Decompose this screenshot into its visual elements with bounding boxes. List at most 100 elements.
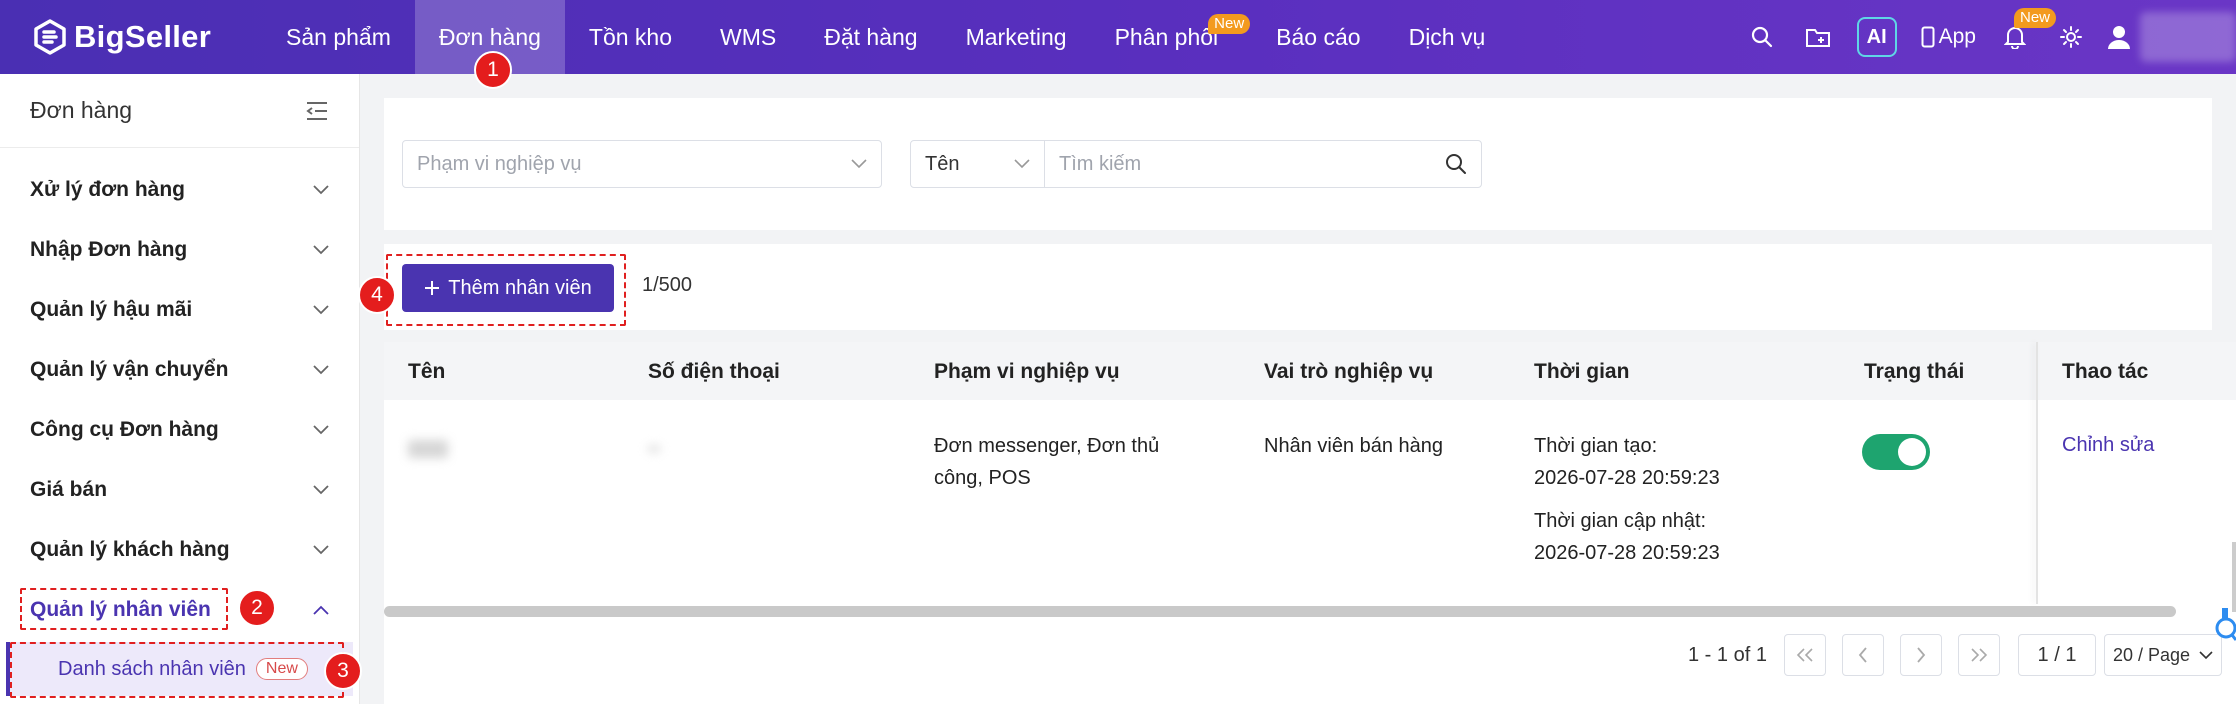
add-staff-label: Thêm nhân viên [448, 276, 592, 299]
column-header-name: Tên [408, 360, 446, 383]
double-chevron-left-icon [1796, 648, 1813, 662]
sidebar-item-order-tools[interactable]: Công cụ Đơn hàng [0, 400, 359, 460]
sidebar: Đơn hàng Xử lý đơn hàng Nhập Đơn hàng Qu… [0, 74, 360, 704]
page-size-value: 20 / Page [2113, 644, 2191, 665]
sidebar-item-label: Quản lý nhân viên [30, 598, 211, 621]
nav-item-wms[interactable]: WMS [696, 0, 800, 74]
search-field-select[interactable]: Tên [911, 141, 1045, 187]
app-label: App [1938, 25, 1976, 48]
add-staff-button[interactable]: Thêm nhân viên [402, 264, 614, 312]
nav-item-distribution[interactable]: Phân phối New [1091, 0, 1251, 74]
chevron-down-icon [313, 245, 329, 255]
notification-bell-icon[interactable]: New [1998, 8, 2057, 54]
created-label: Thời gian tạo: [1534, 435, 1658, 457]
chevron-down-icon [313, 425, 329, 435]
time-cell: Thời gian tạo: 2026-07-28 20:59:23 Thời … [1534, 430, 1720, 569]
chevron-down-icon [313, 365, 329, 375]
user-name-redacted[interactable] [2140, 12, 2236, 62]
settings-gear-icon[interactable] [2054, 20, 2088, 54]
app-download-button[interactable]: App [1921, 25, 1976, 49]
select-placeholder: Phạm vi nghiệp vụ [417, 152, 582, 175]
sidebar-item-staff-management[interactable]: Quản lý nhân viên [0, 580, 359, 640]
updated-label: Thời gian cập nhật: [1534, 510, 1707, 532]
chevron-down-icon [851, 159, 867, 169]
nav-label: WMS [720, 23, 777, 50]
column-header-status: Trạng thái [1864, 360, 1965, 383]
floating-search-icon[interactable] [2206, 608, 2236, 648]
new-badge: New [2014, 8, 2057, 28]
last-page-button[interactable] [1958, 634, 2000, 676]
next-page-button[interactable] [1900, 634, 1942, 676]
nav-label: Dịch vụ [1408, 23, 1486, 50]
sidebar-header: Đơn hàng [0, 74, 359, 148]
sidebar-item-label: Quản lý vận chuyển [30, 358, 229, 381]
brand-name: BigSeller [74, 19, 212, 54]
sidebar-item-order-processing[interactable]: Xử lý đơn hàng [0, 160, 359, 220]
role-cell: Nhân viên bán hàng [1264, 435, 1444, 457]
double-chevron-right-icon [1971, 648, 1988, 662]
brand-logo[interactable]: BigSeller [32, 16, 211, 58]
main-nav: Sản phẩm Đơn hàng Tồn kho WMS Đặt hàng M… [262, 0, 1509, 74]
plus-icon [425, 281, 440, 295]
user-avatar-icon[interactable] [2102, 20, 2136, 54]
nav-item-marketing[interactable]: Marketing [942, 0, 1091, 74]
new-badge: New [255, 658, 308, 680]
sidebar-item-label: Quản lý khách hàng [30, 538, 230, 561]
step-marker-4: 4 [358, 276, 396, 314]
page-indicator[interactable]: 1 / 1 [2018, 634, 2096, 676]
new-badge: New [1208, 14, 1251, 34]
pagination-total: 1 - 1 of 1 [1688, 644, 1767, 666]
folder-add-icon[interactable] [1801, 20, 1835, 54]
scope-cell: Đơn messenger, Đơn thủ công, POS [934, 430, 1159, 494]
sidebar-item-after-sales[interactable]: Quản lý hậu mãi [0, 280, 359, 340]
collapse-menu-icon[interactable] [305, 100, 329, 122]
toolbar-right: AI App New [1745, 0, 2236, 74]
ai-assistant-button[interactable]: AI [1856, 17, 1897, 57]
step-marker-1: 1 [474, 51, 512, 89]
scope-line: Đơn messenger, Đơn thủ [934, 435, 1160, 457]
sidebar-item-shipping[interactable]: Quản lý vận chuyển [0, 340, 359, 400]
chevron-left-icon [1858, 647, 1867, 663]
step-marker-2: 2 [238, 589, 276, 627]
search-input[interactable]: Tìm kiếm [1045, 141, 1481, 187]
nav-item-products[interactable]: Sản phẩm [262, 0, 415, 74]
sidebar-menu: Xử lý đơn hàng Nhập Đơn hàng Quản lý hậu… [0, 148, 359, 696]
column-header-time: Thời gian [1534, 360, 1630, 383]
search-icon[interactable] [1445, 153, 1467, 175]
edit-link[interactable]: Chỉnh sửa [2062, 434, 2154, 457]
nav-label: Đặt hàng [824, 23, 918, 50]
sidebar-subitem-staff-list[interactable]: Danh sách nhân viên New [6, 642, 353, 696]
nav-label: Phân phối [1114, 23, 1219, 50]
sidebar-item-customers[interactable]: Quản lý khách hàng [0, 520, 359, 580]
chevron-up-icon [313, 605, 329, 615]
nav-item-purchase[interactable]: Đặt hàng [800, 0, 941, 74]
business-scope-select[interactable]: Phạm vi nghiệp vụ [402, 140, 882, 188]
nav-label: Tồn kho [588, 23, 673, 50]
column-header-actions: Thao tác [2062, 360, 2149, 383]
sidebar-item-label: Nhập Đơn hàng [30, 238, 188, 261]
column-header-phone: Số điện thoại [648, 360, 780, 383]
search-icon[interactable] [1745, 20, 1779, 54]
vertical-scrollbar[interactable] [2232, 542, 2236, 612]
sidebar-item-import-orders[interactable]: Nhập Đơn hàng [0, 220, 359, 280]
page-size-select[interactable]: 20 / Page [2104, 634, 2222, 676]
horizontal-scrollbar[interactable] [384, 606, 2176, 617]
fixed-column-divider [2036, 342, 2038, 604]
column-header-role: Vai trò nghiệp vụ [1264, 360, 1434, 383]
phone-icon [1921, 26, 1935, 48]
chevron-down-icon [313, 545, 329, 555]
sidebar-item-pricing[interactable]: Giá bán [0, 460, 359, 520]
status-toggle[interactable] [1862, 434, 1930, 470]
chevron-down-icon [1014, 159, 1030, 169]
sidebar-item-label: Xử lý đơn hàng [30, 178, 185, 201]
staff-phone-redacted [648, 446, 660, 452]
prev-page-button[interactable] [1842, 634, 1884, 676]
nav-item-inventory[interactable]: Tồn kho [565, 0, 696, 74]
staff-table: Tên Số điện thoại Phạm vi nghiệp vụ Vai … [384, 342, 2236, 704]
bigseller-logo-icon [34, 19, 66, 55]
staff-name-redacted [408, 440, 448, 458]
sidebar-title: Đơn hàng [30, 97, 133, 123]
nav-item-reports[interactable]: Báo cáo [1252, 0, 1384, 74]
nav-item-services[interactable]: Dịch vụ [1385, 0, 1510, 74]
first-page-button[interactable] [1784, 634, 1826, 676]
